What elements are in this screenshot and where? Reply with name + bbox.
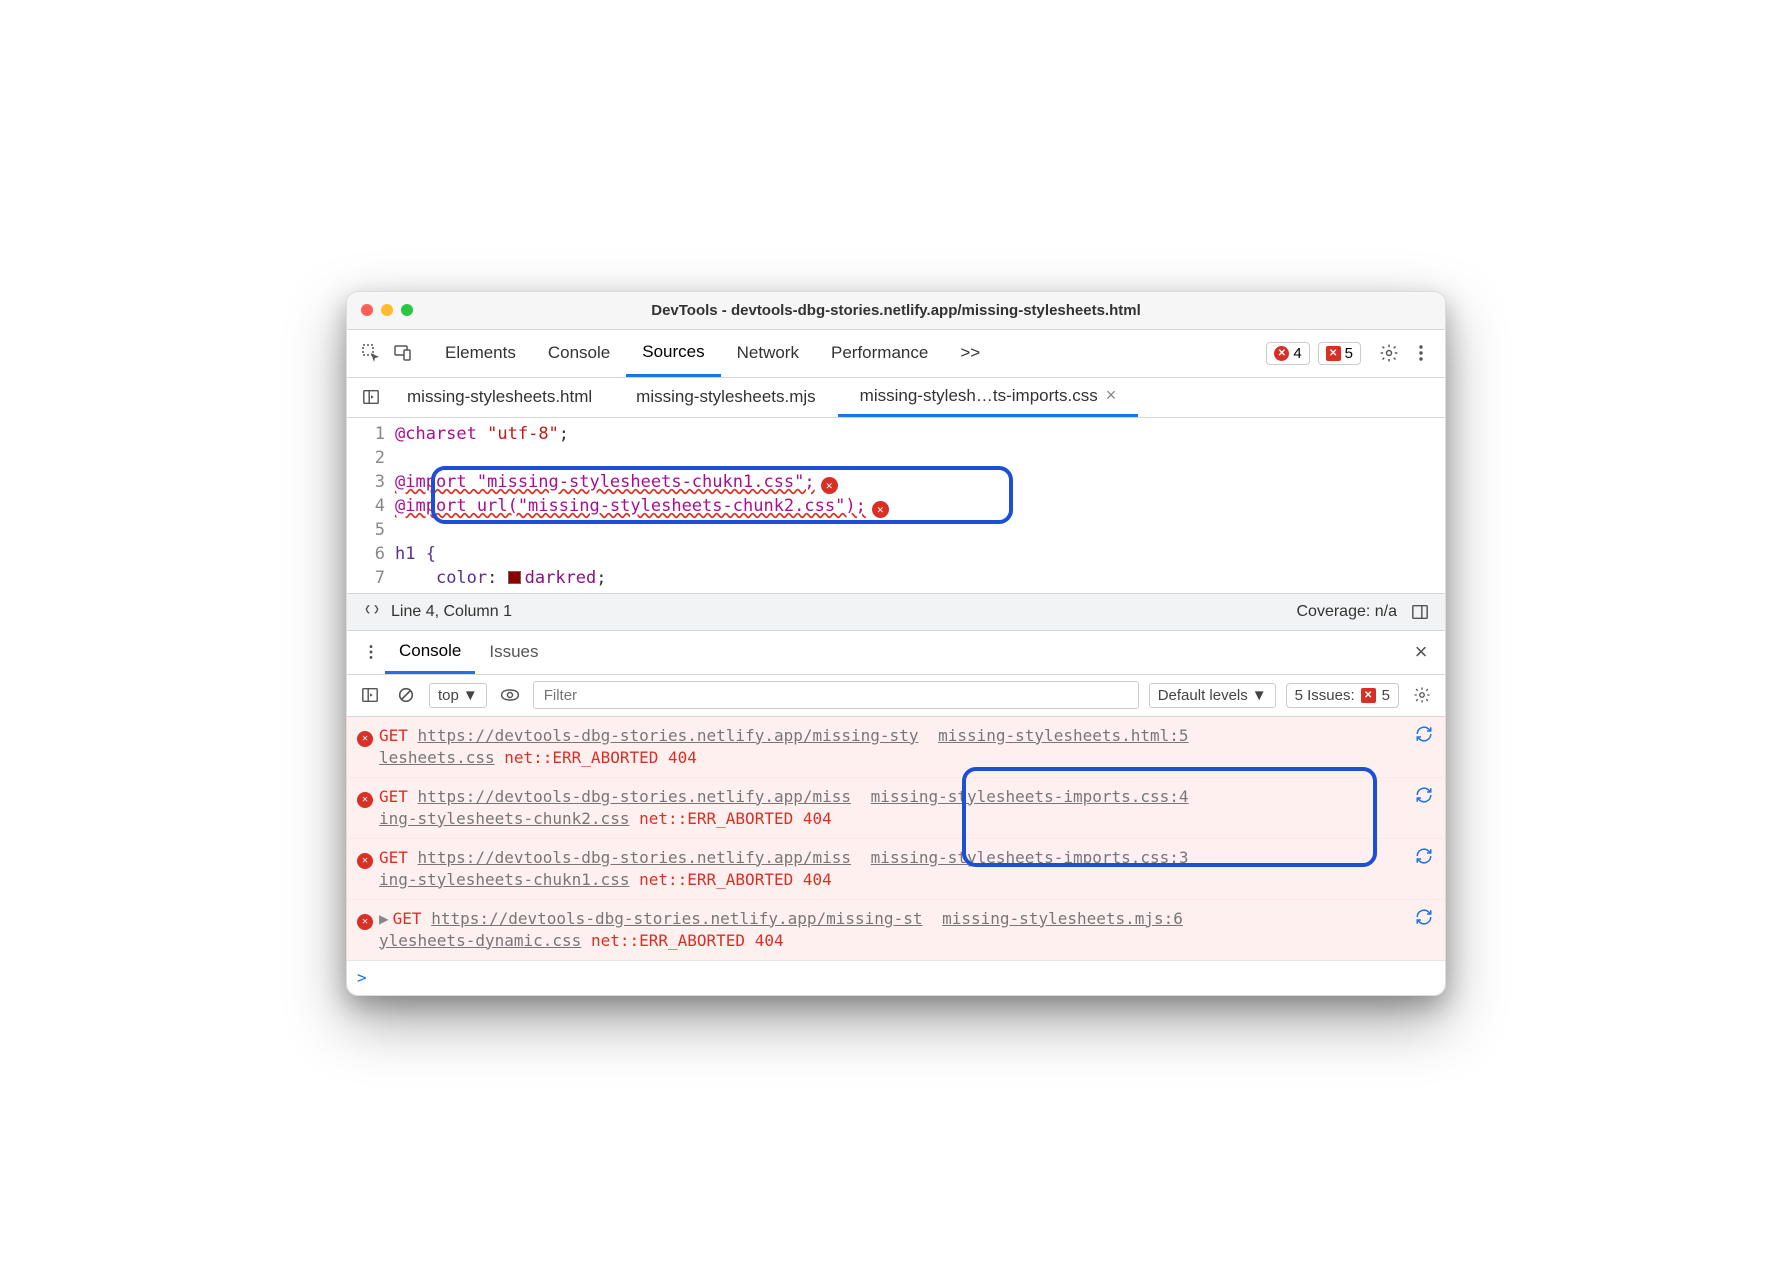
source-link[interactable]: missing-stylesheets-imports.css:4 — [871, 787, 1189, 806]
issues-button[interactable]: 5 Issues: ✕ 5 — [1286, 683, 1399, 708]
request-url-link[interactable]: ylesheets-dynamic.css — [379, 931, 581, 950]
console-toolbar: top ▼ Default levels ▼ 5 Issues: ✕ 5 — [347, 675, 1445, 717]
console-error-message[interactable]: ✕ GET https://devtools-dbg-stories.netlif… — [347, 839, 1445, 900]
log-levels-selector[interactable]: Default levels ▼ — [1149, 683, 1276, 708]
console-error-message[interactable]: ✕ ▶GET https://devtools-dbg-stories.netli… — [347, 900, 1445, 961]
window-title: DevTools - devtools-dbg-stories.netlify.… — [347, 302, 1445, 319]
replay-xhr-icon[interactable] — [1415, 908, 1435, 952]
cursor-position: Line 4, Column 1 — [391, 603, 512, 621]
inspect-element-icon[interactable] — [357, 339, 385, 367]
drawer-tab-console[interactable]: Console — [385, 630, 475, 674]
chevron-down-icon: ▼ — [1252, 687, 1267, 704]
console-messages: ✕ GET https://devtools-dbg-stories.netlif… — [347, 717, 1445, 995]
editor-statusbar: Line 4, Column 1 Coverage: n/a — [347, 593, 1445, 631]
chevron-down-icon: ▼ — [463, 687, 478, 704]
tabs-overflow-button[interactable]: >> — [944, 329, 996, 377]
console-message-text: GET https://devtools-dbg-stories.netlify… — [379, 786, 1407, 830]
console-message-text: GET https://devtools-dbg-stories.netlify… — [379, 725, 1407, 769]
window-titlebar: DevTools - devtools-dbg-stories.netlify.… — [347, 292, 1445, 330]
more-icon[interactable] — [1407, 339, 1435, 367]
close-icon[interactable]: × — [1106, 385, 1117, 406]
drawer-close-icon[interactable]: × — [1407, 638, 1435, 666]
drawer-tabs: Console Issues × — [347, 631, 1445, 675]
coverage-status: Coverage: n/a — [1296, 603, 1397, 621]
error-icon: ✕ — [357, 853, 373, 869]
error-count-badge[interactable]: ✕ 4 — [1266, 342, 1309, 365]
request-url-link[interactable]: https://devtools-dbg-stories.netlify.app… — [431, 909, 922, 928]
error-icon: ✕ — [1274, 346, 1289, 361]
issue-count-badge[interactable]: ✕ 5 — [1318, 342, 1361, 365]
device-toolbar-icon[interactable] — [389, 339, 417, 367]
console-filter-input[interactable] — [533, 681, 1139, 709]
tab-console[interactable]: Console — [532, 329, 626, 377]
tab-elements[interactable]: Elements — [429, 329, 532, 377]
console-settings-icon[interactable] — [1409, 682, 1435, 708]
file-tab-html[interactable]: missing-stylesheets.html — [385, 377, 614, 417]
error-icon: ✕ — [357, 731, 373, 747]
replay-xhr-icon[interactable] — [1415, 847, 1435, 891]
error-marker-icon[interactable]: ✕ — [872, 501, 889, 518]
source-link[interactable]: missing-stylesheets.html:5 — [938, 726, 1188, 745]
file-tab-css[interactable]: missing-stylesh…ts-imports.css × — [838, 377, 1139, 417]
context-selector[interactable]: top ▼ — [429, 683, 487, 708]
code-line[interactable] — [395, 446, 1445, 470]
console-sidebar-toggle-icon[interactable] — [357, 682, 383, 708]
color-swatch[interactable] — [508, 571, 521, 584]
issue-icon: ✕ — [1326, 346, 1341, 361]
drawer-more-icon[interactable] — [357, 638, 385, 666]
request-url-link[interactable]: ing-stylesheets-chukn1.css — [379, 870, 629, 889]
expand-triangle-icon[interactable]: ▶ — [379, 909, 389, 928]
issue-icon: ✕ — [1361, 688, 1376, 703]
error-count: 4 — [1293, 345, 1301, 362]
source-link[interactable]: missing-stylesheets.mjs:6 — [942, 909, 1183, 928]
console-prompt[interactable]: > — [347, 961, 1445, 995]
console-error-message[interactable]: ✕ GET https://devtools-dbg-stories.netlif… — [347, 778, 1445, 839]
console-message-text: GET https://devtools-dbg-stories.netlify… — [379, 847, 1407, 891]
drawer-tab-issues[interactable]: Issues — [475, 630, 552, 674]
devtools-window: DevTools - devtools-dbg-stories.netlify.… — [346, 291, 1446, 996]
clear-console-icon[interactable] — [393, 682, 419, 708]
file-tabs: missing-stylesheets.html missing-stylesh… — [347, 378, 1445, 418]
sidebar-toggle-icon[interactable] — [1407, 599, 1433, 625]
code-line[interactable]: color: darkred; — [395, 566, 1445, 590]
code-line[interactable] — [395, 518, 1445, 542]
code-line[interactable]: @charset "utf-8"; — [395, 422, 1445, 446]
replay-xhr-icon[interactable] — [1415, 725, 1435, 769]
request-url-link[interactable]: https://devtools-dbg-stories.netlify.app… — [418, 787, 851, 806]
console-message-text: ▶GET https://devtools-dbg-stories.netlif… — [379, 908, 1407, 952]
main-toolbar: Elements Console Sources Network Perform… — [347, 330, 1445, 378]
line-gutter: 1 2 3 4 5 6 7 — [347, 418, 395, 593]
file-tab-mjs[interactable]: missing-stylesheets.mjs — [614, 377, 838, 417]
error-icon: ✕ — [357, 792, 373, 808]
error-marker-icon[interactable]: ✕ — [821, 477, 838, 494]
tab-network[interactable]: Network — [721, 329, 815, 377]
tab-sources[interactable]: Sources — [626, 329, 720, 377]
panel-tabs: Elements Console Sources Network Perform… — [429, 329, 996, 377]
request-url-link[interactable]: ing-stylesheets-chunk2.css — [379, 809, 629, 828]
pretty-print-icon[interactable] — [359, 599, 385, 625]
tab-performance[interactable]: Performance — [815, 329, 944, 377]
navigator-toggle-icon[interactable] — [357, 383, 385, 411]
live-expression-icon[interactable] — [497, 682, 523, 708]
request-url-link[interactable]: lesheets.css — [379, 748, 495, 767]
source-link[interactable]: missing-stylesheets-imports.css:3 — [871, 848, 1189, 867]
code-body[interactable]: @charset "utf-8"; @import "missing-styles… — [395, 418, 1445, 593]
console-error-message[interactable]: ✕ GET https://devtools-dbg-stories.netlif… — [347, 717, 1445, 778]
issue-count: 5 — [1345, 345, 1353, 362]
code-line[interactable]: @import "missing-stylesheets-chukn1.css"… — [395, 470, 1445, 494]
code-line[interactable]: h1 { — [395, 542, 1445, 566]
error-icon: ✕ — [357, 914, 373, 930]
request-url-link[interactable]: https://devtools-dbg-stories.netlify.app… — [418, 848, 851, 867]
settings-icon[interactable] — [1375, 339, 1403, 367]
replay-xhr-icon[interactable] — [1415, 786, 1435, 830]
source-editor[interactable]: 1 2 3 4 5 6 7 @charset "utf-8"; @import "… — [347, 418, 1445, 593]
request-url-link[interactable]: https://devtools-dbg-stories.netlify.app… — [418, 726, 919, 745]
code-line[interactable]: @import url("missing-stylesheets-chunk2.… — [395, 494, 1445, 518]
